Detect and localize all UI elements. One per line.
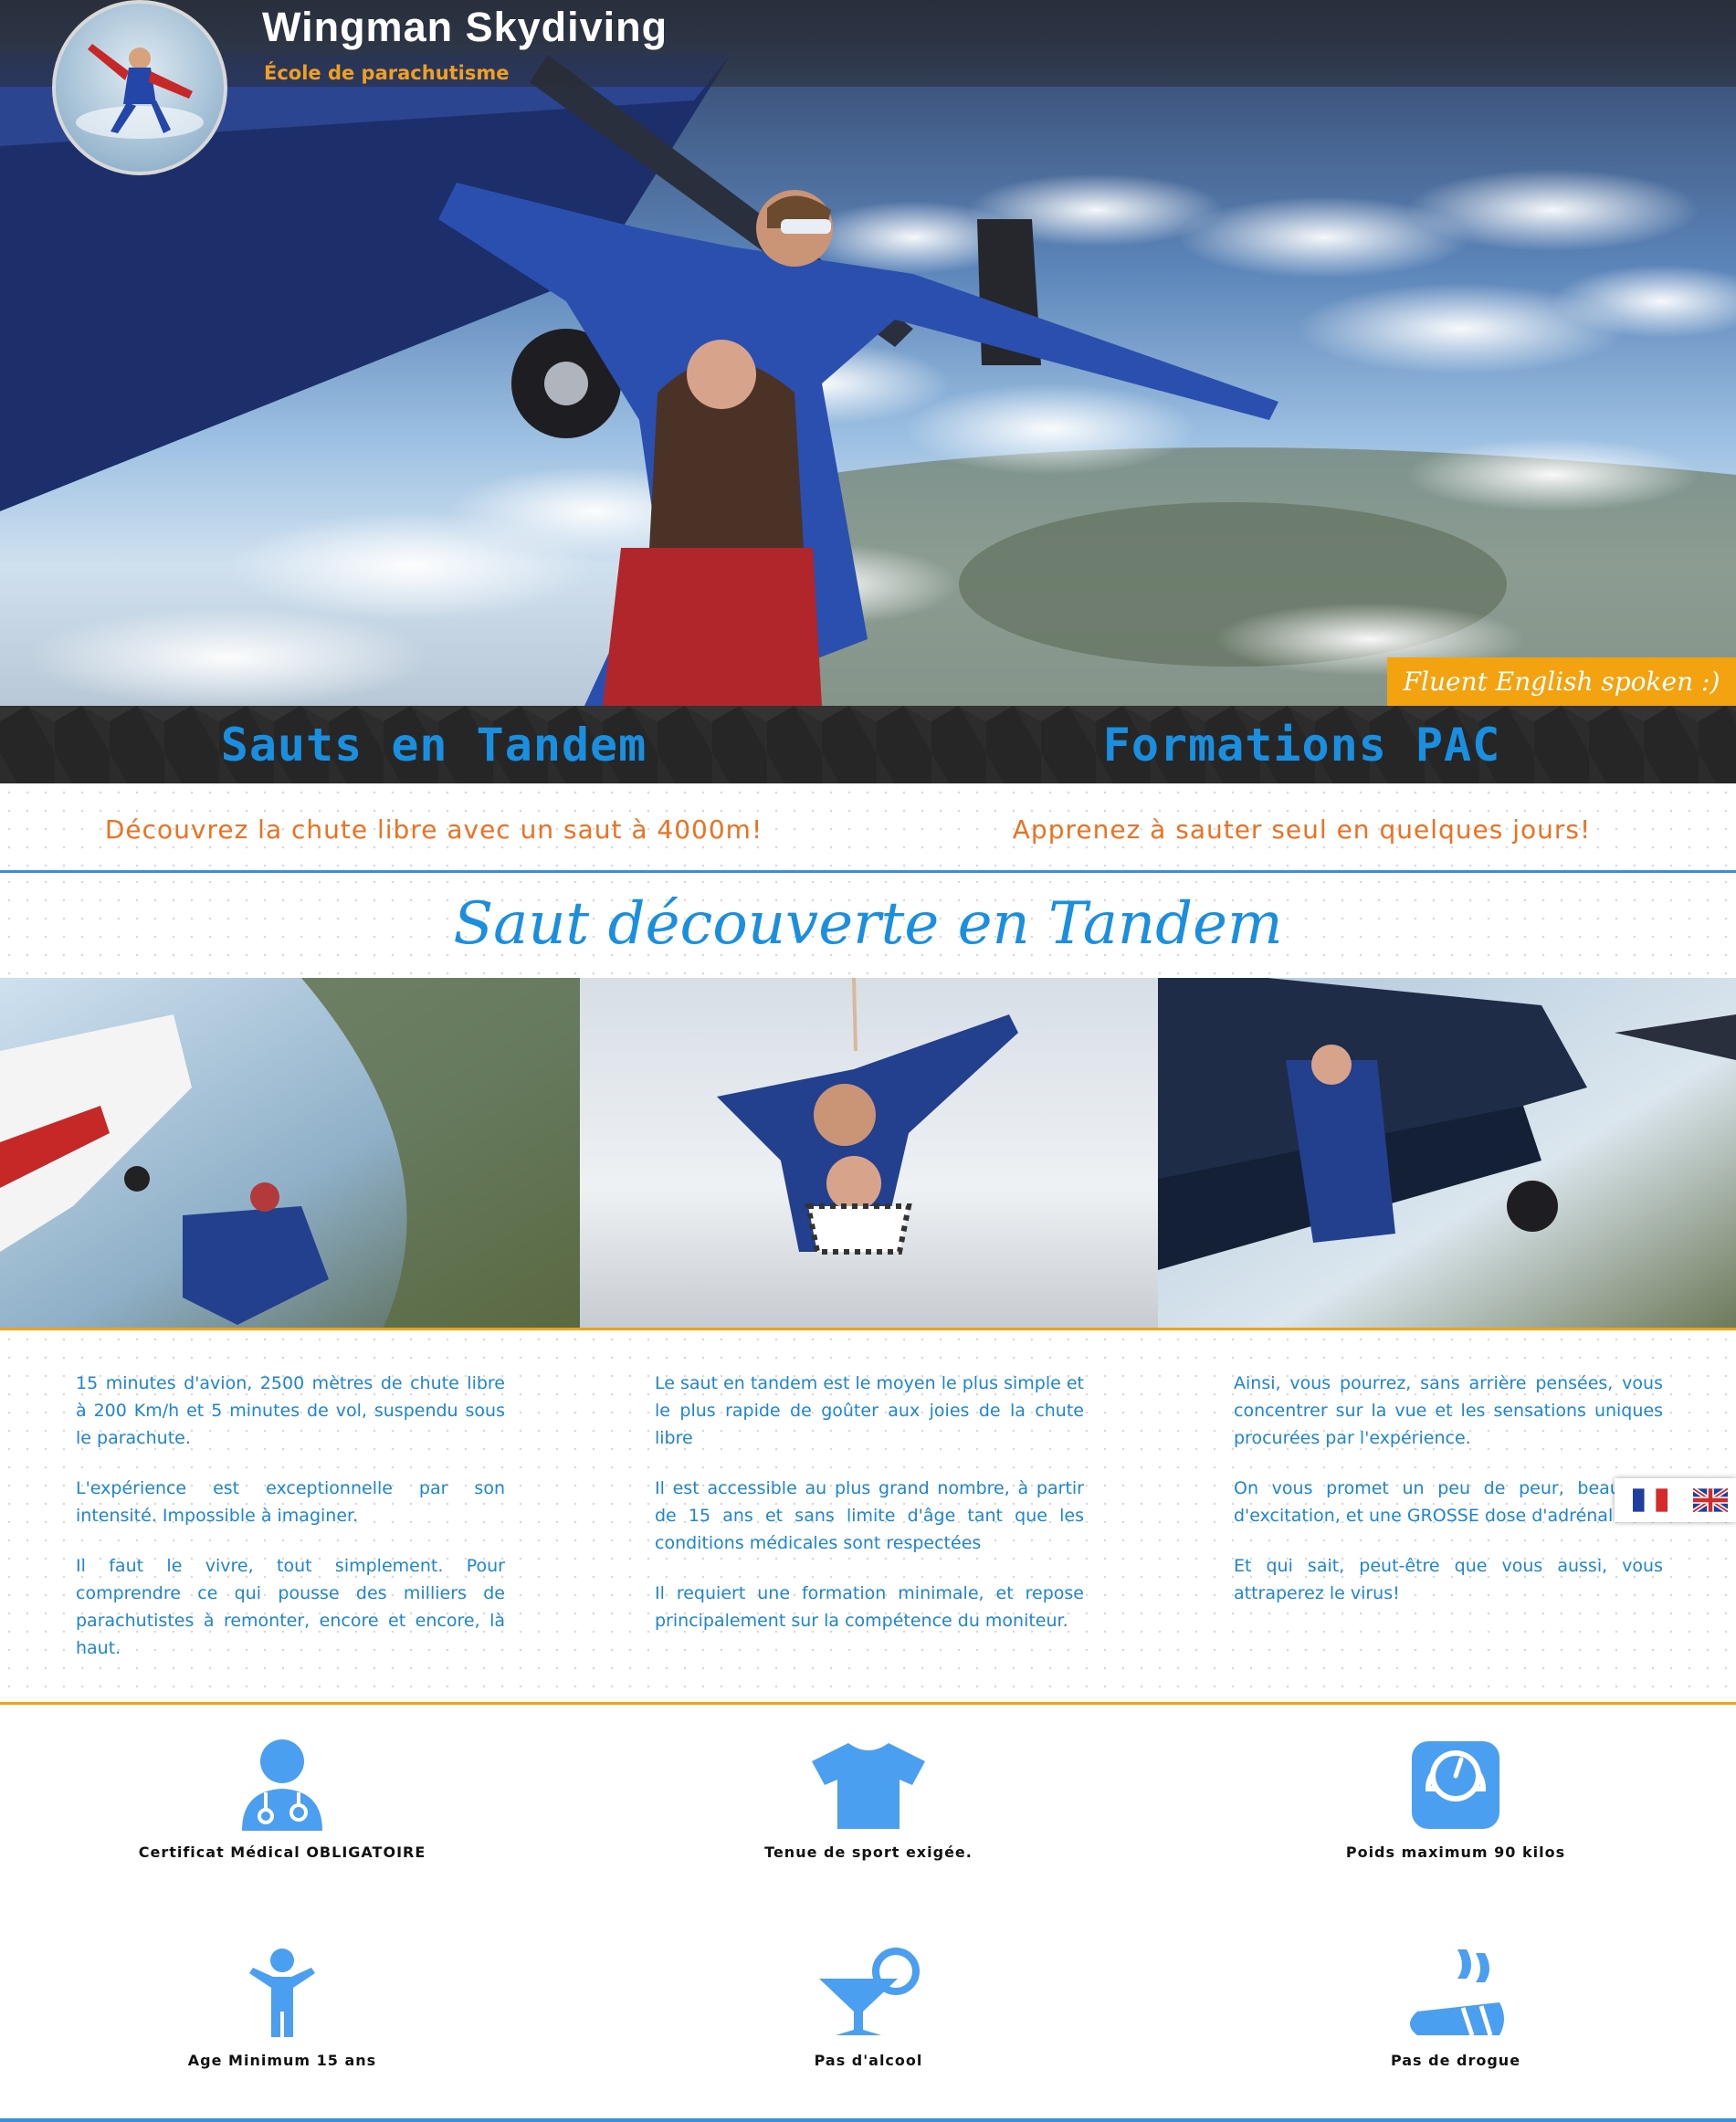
paragraph: Ainsi, vous pourrez, sans arrière pensée… — [1234, 1373, 1663, 1448]
requirement-age: Age Minimum 15 ans — [100, 1948, 465, 2069]
top-bar — [0, 0, 1736, 87]
site-title[interactable]: Wingman Skydiving — [262, 4, 668, 51]
text-column-1: 15 minutes d'avion, 2500 mètres de chute… — [76, 1370, 505, 1685]
paragraph: Il est accessible au plus grand nombre, … — [655, 1478, 1084, 1553]
child-icon — [249, 1949, 315, 2037]
site-logo[interactable] — [52, 0, 227, 175]
section-title: Saut découverte en Tandem — [453, 890, 1283, 958]
requirement-medical: Certificat Médical OBLIGATOIRE — [100, 1739, 465, 1861]
language-switcher — [1615, 1478, 1736, 1522]
requirement-label: Age Minimum 15 ans — [187, 2052, 377, 2069]
text-column-2: Le saut en tandem est le moyen le plus s… — [655, 1370, 1084, 1657]
page-bottom-border — [0, 2118, 1736, 2122]
paragraph: Et qui sait, peut-être que vous aussi, v… — [1234, 1556, 1663, 1603]
tandem-photo-2 — [580, 978, 1158, 1328]
no-drugs-icon — [1410, 1949, 1504, 2036]
requirement-no-alcohol: Pas d'alcool — [686, 1948, 1051, 2069]
paragraph: Le saut en tandem est le moyen le plus s… — [655, 1373, 1084, 1448]
tshirt-icon — [812, 1743, 925, 1829]
requirement-label: Certificat Médical OBLIGATOIRE — [138, 1844, 426, 1861]
site-subtitle: École de parachutisme — [264, 62, 510, 84]
text-column-3: Ainsi, vous pourrez, sans arrière pensée… — [1234, 1370, 1663, 1630]
paragraph: 15 minutes d'avion, 2500 mètres de chute… — [76, 1373, 505, 1448]
doctor-icon — [242, 1739, 322, 1831]
hero-banner: Wingman Skydiving École de parachutisme … — [0, 0, 1736, 706]
scale-icon — [1412, 1741, 1499, 1829]
tandem-link[interactable]: Sauts en Tandem — [0, 706, 868, 783]
paragraph: Il requiert une formation minimale, et r… — [655, 1583, 1084, 1631]
paragraph: L'expérience est exceptionnelle par son … — [76, 1478, 505, 1526]
requirement-label: Pas d'alcool — [814, 2052, 923, 2069]
paragraph: Il faut le vivre, tout simplement. Pour … — [76, 1556, 505, 1658]
fr-flag-icon[interactable] — [1633, 1488, 1668, 1512]
requirement-weight: Poids maximum 90 kilos — [1273, 1739, 1638, 1861]
tandem-photo-1 — [0, 978, 580, 1328]
cocktail-icon — [819, 1948, 920, 2035]
tandem-photo-3 — [1158, 978, 1736, 1328]
tandem-tagline: Découvrez la chute libre avec un saut à … — [104, 814, 763, 845]
requirement-label: Poids maximum 90 kilos — [1345, 1844, 1566, 1861]
pac-tagline: Apprenez à sauter seul en quelques jours… — [1012, 814, 1592, 845]
requirement-no-drugs: Pas de drogue — [1273, 1948, 1638, 2069]
paragraph: On vous promet un peu de peur, beaucoup … — [1234, 1478, 1663, 1526]
requirement-label: Pas de drogue — [1390, 2052, 1521, 2069]
fluent-english-badge[interactable]: Fluent English spoken :) — [1387, 657, 1736, 706]
hero-photo — [0, 55, 1736, 706]
requirement-clothing: Tenue de sport exigée. — [686, 1739, 1051, 1861]
text-bottom-border — [0, 1702, 1736, 1705]
requirement-label: Tenue de sport exigée. — [764, 1844, 973, 1861]
skydiver-logo-icon — [76, 44, 204, 139]
pac-link[interactable]: Formations PAC — [868, 706, 1736, 783]
en-flag-icon[interactable] — [1693, 1488, 1728, 1512]
